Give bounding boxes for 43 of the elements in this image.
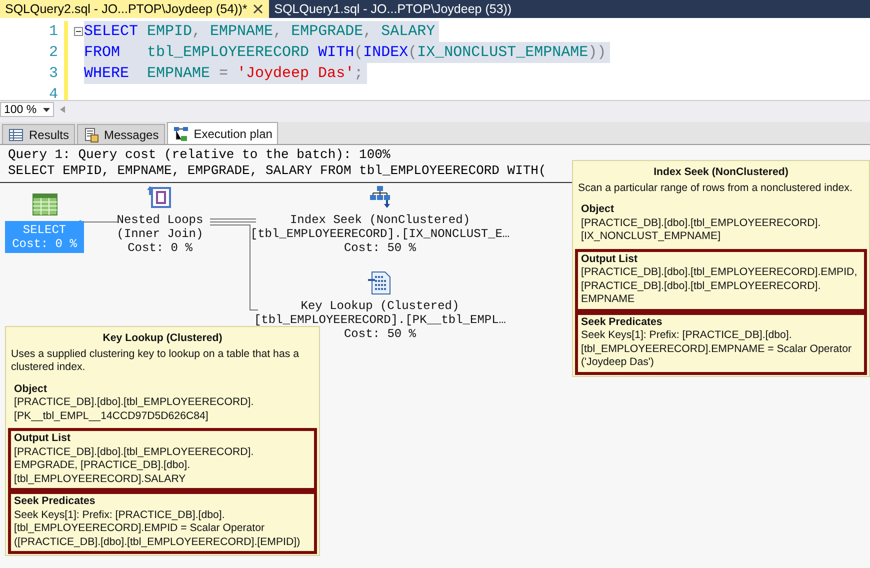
editor-tab[interactable]: SQLQuery1.sql - JO...PTOP\Joydeep (53)) [269, 0, 518, 18]
section-value: Seek Keys[1]: Prefix: [PRACTICE_DB].[dbo].[tbl_EMPLOYEERECORD].EMPID = Scalar Operator ([PRACTICE_DB].[dbo].[tbl_EMPLOYEERECORD].[EMPID]) [14, 508, 302, 549]
section-label: Object [581, 203, 615, 216]
editor-tab[interactable]: SQLQuery2.sql - JO...PTOP\Joydeep (54))* [0, 0, 270, 18]
table-icon [32, 193, 58, 217]
plan-header-text: SELECT EMPID, EMPNAME, EMPGRADE, SALARY FROM tbl_EMPLOYEERECORD WITH( [8, 163, 548, 179]
document-icon [83, 126, 100, 142]
plan-header-text: Query 1: Query cost (relative to the batch): 100% [8, 147, 392, 163]
line-number: 4 [48, 86, 59, 100]
tree-icon [367, 185, 393, 209]
close-icon [253, 4, 264, 14]
section-value: Seek Keys[1]: Prefix: [PRACTICE_DB].[dbo].[tbl_EMPLOYEERECORD].EMPNAME = Scalar Operator ('Joydeep Das') [581, 329, 853, 370]
section-value: [PRACTICE_DB].[dbo].[tbl_EMPLOYEERECORD].EMPID, [PRACTICE_DB].[dbo].[tbl_EMPLOYEERECORD].EMPNAME [581, 266, 858, 306]
scroll-left-icon [60, 106, 65, 113]
loop-icon [147, 185, 173, 209]
section-label: Output List [581, 252, 638, 266]
caret-icon [43, 108, 50, 112]
result-tab[interactable]: Messages [77, 124, 165, 144]
plan-node-label[interactable]: Nested Loops (Inner Join) Cost: 0 % [116, 213, 204, 255]
result-tab[interactable]: Execution plan [166, 122, 278, 144]
line-number: 3 [48, 65, 59, 82]
result-tab[interactable]: Results [2, 124, 76, 144]
tooltip-title: Index Seek (NonClustered) [652, 166, 790, 180]
section-value: [PRACTICE_DB].[dbo].[tbl_EMPLOYEERECORD].[IX_NONCLUST_EMPNAME] [581, 216, 822, 244]
line-number: 2 [48, 44, 59, 61]
tooltip-description: Scan a particular range of rows from a nonclustered index. [577, 182, 854, 195]
plan-node-label[interactable]: Key Lookup (Clustered) [tbl_EMPLOYEERECORD].[PK__tbl_EMPL… Cost: 50 % [254, 299, 506, 341]
line-number: 1 [48, 23, 59, 40]
diagram-icon [172, 126, 189, 142]
plan-node-label[interactable]: Index Seek (NonClustered) [tbl_EMPLOYEERECORD].[IX_NONCLUST_E… Cost: 50 % [250, 213, 510, 255]
section-value: [PRACTICE_DB].[dbo].[tbl_EMPLOYEERECORD].[PK__tbl_EMPL__14CCD97D5D626C84] [14, 396, 255, 423]
grid-icon [8, 126, 24, 142]
section-value: [PRACTICE_DB].[dbo].[tbl_EMPLOYEERECORD].EMPGRADE, [PRACTICE_DB].[dbo].[tbl_EMPLOYEERECORD].SALARY [14, 446, 255, 486]
tooltip-description: Uses a supplied clustering key to lookup on a table that has a clustered index. [10, 348, 300, 374]
code-editor[interactable]: 1 SELECT EMPID, EMPNAME, EMPGRADE, SALARY 2 FROM tbl_EMPLOYEERECORD WITH(INDEX(IX_NONCLUST_EMPNAME)) 3 WHERE EMPNAME = 'Joydeep Das'; 4 [0, 18, 870, 100]
section-label: Seek Predicates [14, 495, 96, 508]
section-label: Output List [14, 432, 72, 446]
section-label: Seek Predicates [581, 316, 664, 329]
document-icon [367, 271, 393, 295]
zoom-dropdown[interactable]: 100 % [0, 102, 54, 117]
collapse-icon [74, 27, 82, 36]
section-label: Object [14, 382, 48, 396]
tooltip-title: Key Lookup (Clustered) [102, 332, 224, 346]
